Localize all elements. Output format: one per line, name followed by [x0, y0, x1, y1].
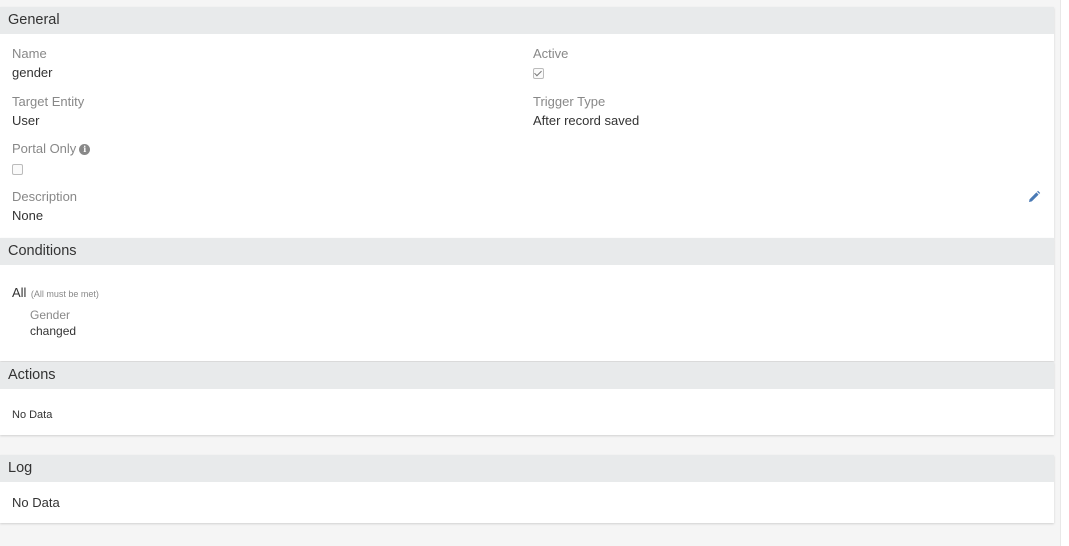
condition-group-label: All: [12, 285, 27, 300]
condition-field: Gender: [30, 308, 71, 322]
active-checkbox[interactable]: [533, 68, 544, 79]
log-empty-text: No Data: [12, 495, 60, 510]
actions-panel-header: Actions: [0, 362, 1054, 389]
trigger-type-label: Trigger Type: [533, 94, 606, 109]
info-icon[interactable]: i: [79, 144, 91, 155]
conditions-panel: Conditions All (All must be met) Gender …: [0, 238, 1054, 361]
portal-only-checkbox[interactable]: [12, 164, 23, 175]
portal-only-label-group: Portal Only i: [12, 141, 91, 156]
name-label: Name: [12, 46, 47, 61]
trigger-type-value: After record saved: [533, 113, 640, 128]
condition-group-note: (All must be met): [30, 289, 99, 299]
actions-empty-text: No Data: [12, 409, 53, 421]
scrollbar-track[interactable]: [1060, 0, 1069, 546]
name-value: gender: [12, 65, 53, 80]
description-value: None: [12, 208, 44, 223]
actions-panel: Actions No Data: [0, 362, 1054, 435]
condition-group-heading: All (All must be met): [12, 284, 99, 302]
general-panel: General Name gender Active Target Entity…: [0, 7, 1054, 238]
active-label: Active: [533, 46, 569, 61]
portal-only-label: Portal Only: [12, 141, 77, 156]
log-panel: Log No Data: [0, 455, 1054, 523]
condition-value: changed: [30, 324, 77, 338]
general-panel-header: General: [0, 7, 1054, 34]
pencil-icon[interactable]: [1027, 190, 1041, 204]
description-label: Description: [12, 189, 78, 204]
target-entity-label: Target Entity: [12, 94, 85, 109]
conditions-panel-header: Conditions: [0, 238, 1054, 265]
log-panel-header: Log: [0, 455, 1054, 482]
target-entity-value: User: [12, 113, 40, 128]
